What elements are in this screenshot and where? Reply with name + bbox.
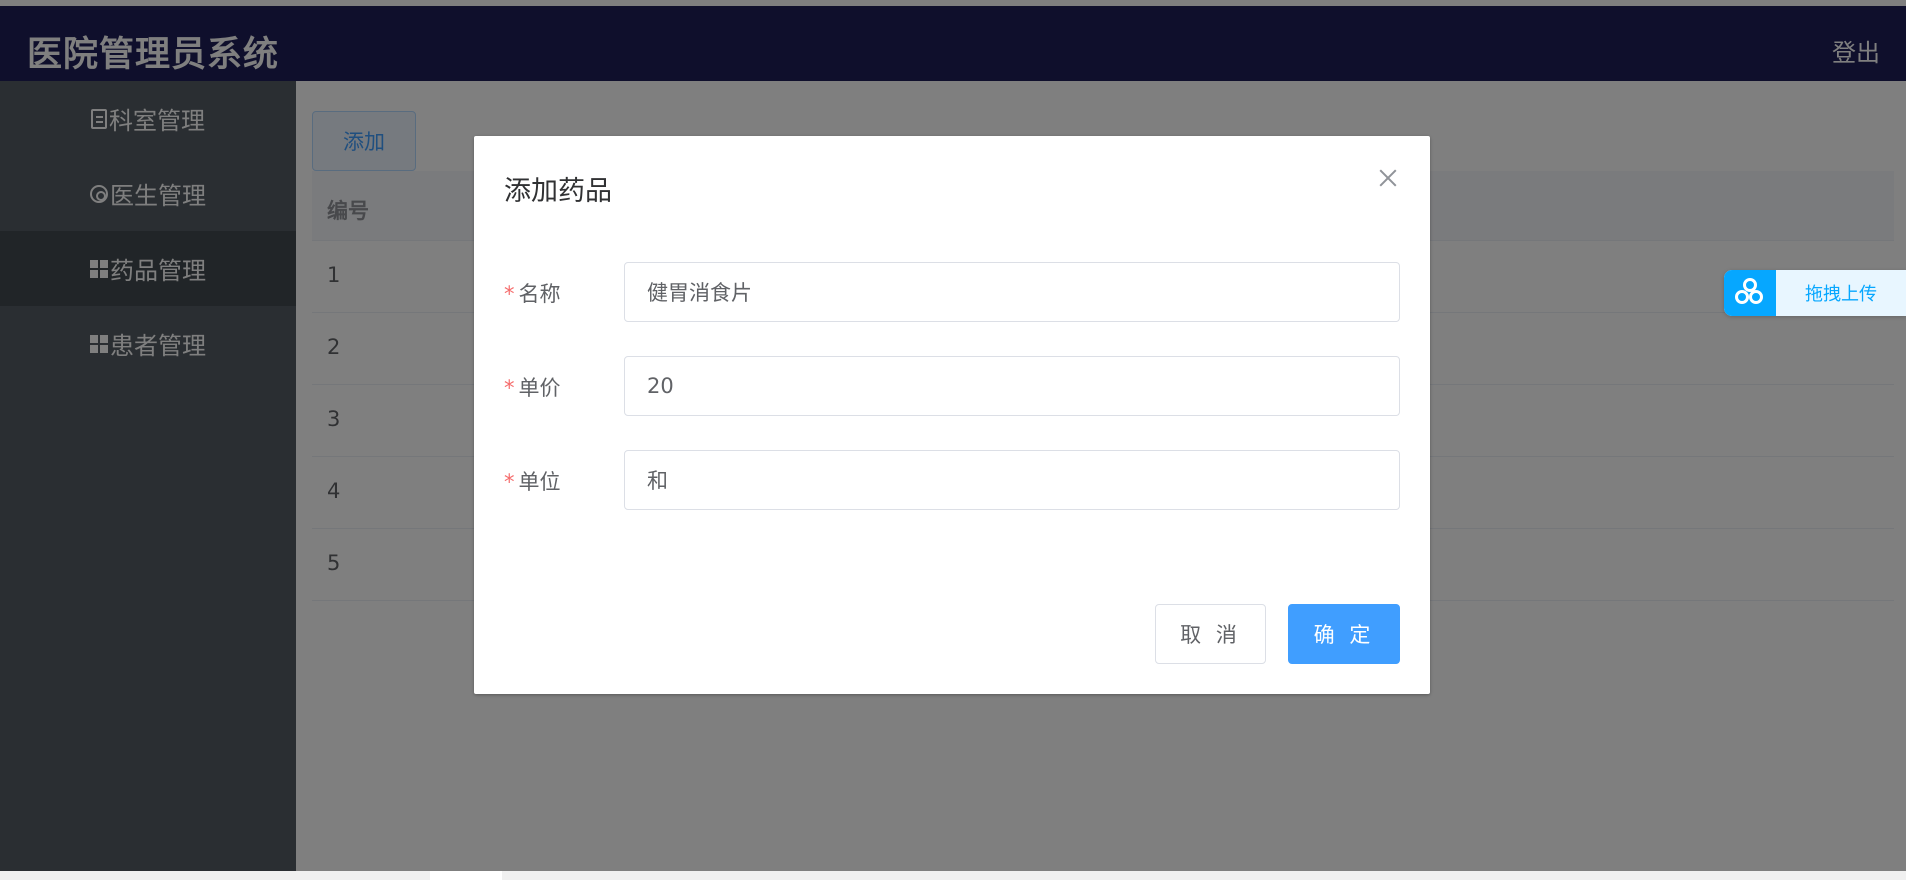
drag-upload-widget[interactable]: 拖拽上传 bbox=[1724, 270, 1906, 316]
price-input[interactable] bbox=[624, 356, 1400, 416]
confirm-button[interactable]: 确 定 bbox=[1288, 604, 1400, 664]
field-label: * 单价 bbox=[504, 376, 561, 400]
field-label: * 名称 bbox=[504, 282, 561, 306]
field-label: * 单位 bbox=[504, 470, 561, 494]
app-root: 医院管理员系统 登出 科室管理 医生管理 药品管理 患者管理 添加 编号 1 2 bbox=[0, 0, 1906, 880]
required-asterisk: * bbox=[504, 376, 515, 400]
form-row-price: * 单价 bbox=[504, 356, 1400, 416]
add-medicine-dialog: 添加药品 *名称 *单价 *单位 取 消 确 定 bbox=[474, 136, 1430, 694]
form-row-name: * 名称 bbox=[504, 262, 1400, 322]
close-icon[interactable] bbox=[1376, 166, 1400, 190]
required-asterisk: * bbox=[504, 470, 515, 494]
bottom-taskbar bbox=[0, 871, 1906, 880]
required-asterisk: * bbox=[504, 282, 515, 306]
dialog-title: 添加药品 bbox=[504, 176, 612, 207]
cloud-icon bbox=[1724, 270, 1776, 316]
upload-label: 拖拽上传 bbox=[1776, 270, 1906, 316]
name-input[interactable] bbox=[624, 262, 1400, 322]
taskbar-segment bbox=[430, 871, 502, 880]
unit-input[interactable] bbox=[624, 450, 1400, 510]
cancel-button[interactable]: 取 消 bbox=[1155, 604, 1266, 664]
form-row-unit: * 单位 bbox=[504, 450, 1400, 510]
